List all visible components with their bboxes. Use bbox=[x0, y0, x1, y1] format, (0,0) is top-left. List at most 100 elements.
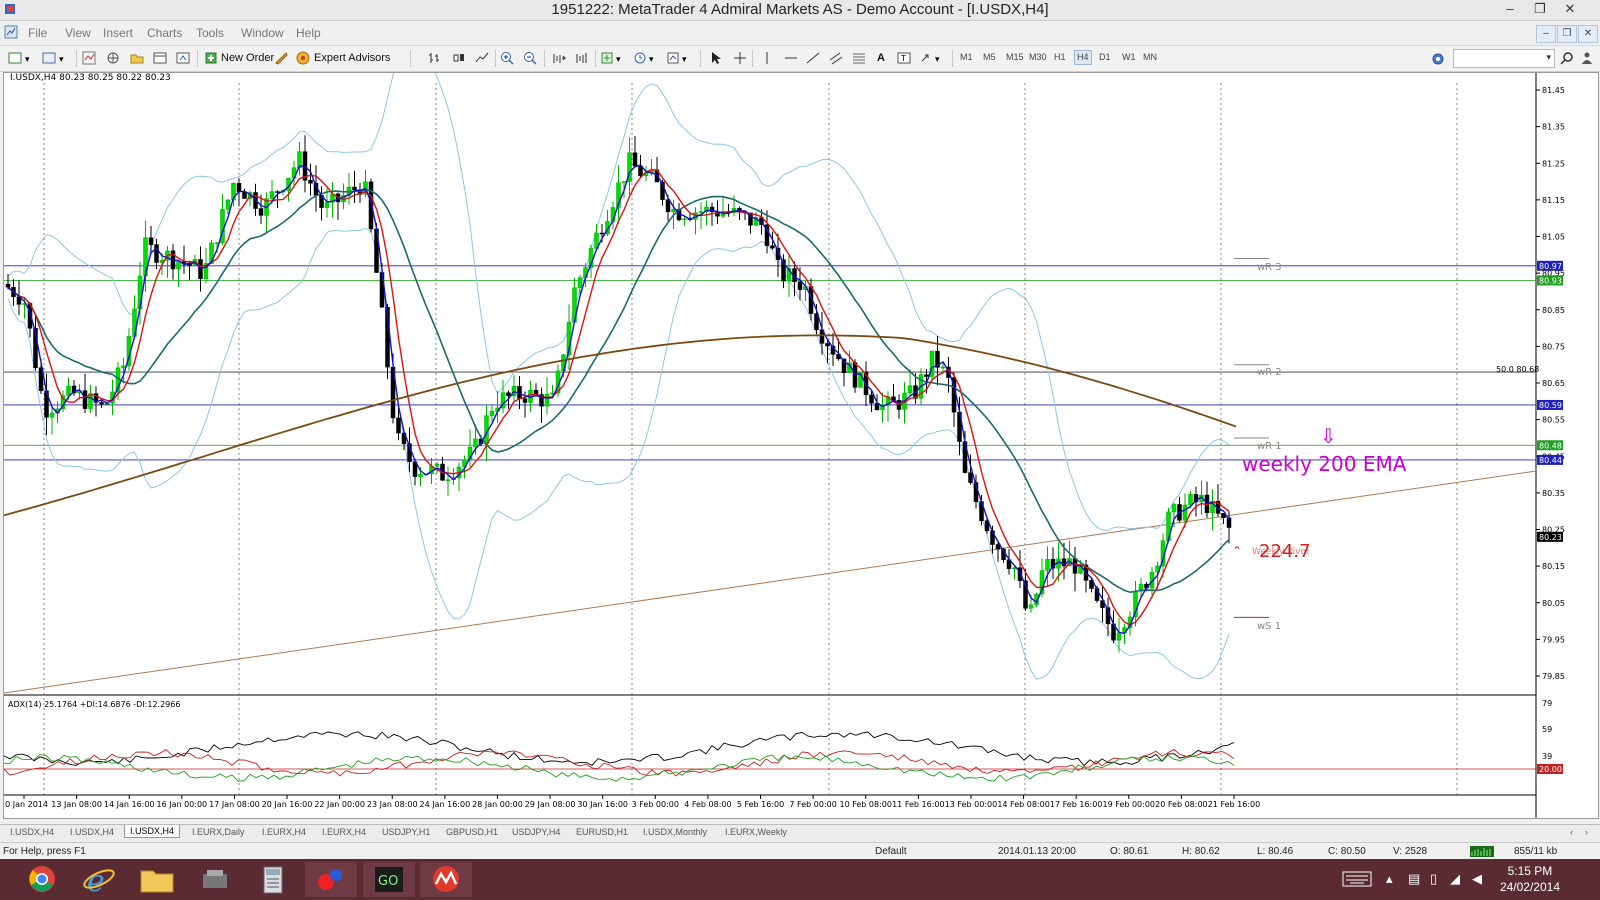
cursor-icon[interactable] bbox=[709, 51, 723, 65]
taskbar-clock[interactable]: 5:15 PM 24/02/2014 bbox=[1500, 863, 1560, 895]
menu-charts[interactable]: Charts bbox=[147, 26, 182, 40]
expert-advisors-button[interactable]: Expert Advisors bbox=[314, 52, 390, 64]
tray-expand-icon[interactable]: ▴ bbox=[1386, 871, 1393, 887]
arrows-icon[interactable]: ▾ bbox=[920, 51, 946, 65]
new-order-button[interactable]: New Order bbox=[221, 52, 274, 64]
tab-chart-9[interactable]: USDJPY,H4 bbox=[512, 827, 560, 837]
timeframe-m5[interactable]: M5 bbox=[983, 52, 996, 62]
fibonacci-icon[interactable] bbox=[852, 51, 866, 65]
mdi-restore-button[interactable]: ❐ bbox=[1557, 25, 1577, 43]
timeframe-d1[interactable]: D1 bbox=[1099, 52, 1111, 62]
candle-body bbox=[533, 389, 539, 395]
minimize-button[interactable]: – bbox=[1495, 0, 1525, 20]
timeframe-h4[interactable]: H4 bbox=[1074, 50, 1092, 65]
menu-file[interactable]: File bbox=[28, 26, 47, 40]
bar-chart-icon[interactable] bbox=[428, 51, 442, 65]
time-tick-label: 5 Feb 16:00 bbox=[737, 800, 784, 809]
new-chart-icon[interactable]: ▾ bbox=[8, 51, 36, 65]
tab-chart-4[interactable]: I.EURX,Daily bbox=[192, 827, 245, 837]
community-icon[interactable] bbox=[1580, 51, 1594, 65]
keyboard-icon[interactable] bbox=[1342, 871, 1372, 887]
tray-network-icon[interactable]: ◢ bbox=[1450, 871, 1460, 887]
colors-icon[interactable] bbox=[305, 862, 357, 897]
menu-view[interactable]: View bbox=[65, 26, 91, 40]
timeframe-h1[interactable]: H1 bbox=[1054, 52, 1066, 62]
tray-battery-icon[interactable]: ▯ bbox=[1430, 871, 1437, 887]
data-window-icon[interactable] bbox=[106, 51, 120, 65]
tab-chart-12[interactable]: I.EURX,Weekly bbox=[725, 827, 787, 837]
tab-chart-1[interactable]: I.USDX,H4 bbox=[10, 827, 54, 837]
close-button[interactable]: ✕ bbox=[1555, 0, 1585, 20]
mdi-minimize-button[interactable]: – bbox=[1536, 25, 1556, 43]
chart-window-icon[interactable] bbox=[4, 25, 18, 39]
adx-tick-label: 79 bbox=[1542, 699, 1552, 708]
status-traffic: 855/11 kb bbox=[1514, 846, 1558, 857]
zoom-out-icon[interactable] bbox=[523, 51, 537, 65]
menu-window[interactable]: Window bbox=[241, 26, 284, 40]
mdi-close-button[interactable]: ✕ bbox=[1578, 25, 1598, 43]
tray-volume-icon[interactable]: ◀ bbox=[1472, 871, 1482, 887]
timeframe-w1[interactable]: W1 bbox=[1122, 52, 1136, 62]
tab-chart-5[interactable]: I.EURX,H4 bbox=[262, 827, 306, 837]
tab-chart-2[interactable]: I.USDX,H4 bbox=[70, 827, 114, 837]
tab-chart-11[interactable]: I.USDX,Monthly bbox=[643, 827, 707, 837]
tab-chart-8[interactable]: GBPUSD,H1 bbox=[446, 827, 498, 837]
timeframe-m15[interactable]: M15 bbox=[1006, 52, 1024, 62]
terminal-icon[interactable] bbox=[153, 51, 167, 65]
periods-icon[interactable]: ▾ bbox=[634, 51, 660, 65]
indicators-icon[interactable]: ▾ bbox=[601, 51, 627, 65]
channel-icon[interactable] bbox=[829, 51, 843, 65]
go-icon[interactable]: GO bbox=[363, 862, 415, 897]
explorer-icon[interactable] bbox=[131, 862, 183, 897]
tab-scroll-left-icon[interactable]: ‹ bbox=[1570, 827, 1573, 837]
metaeditor-icon[interactable] bbox=[274, 51, 288, 65]
zoom-in-icon[interactable] bbox=[500, 51, 514, 65]
ie-icon[interactable]: e bbox=[73, 862, 125, 897]
metatrader-icon[interactable] bbox=[420, 862, 472, 897]
candlestick-icon[interactable] bbox=[452, 51, 466, 65]
chart-shift-icon[interactable] bbox=[575, 51, 589, 65]
svg-text:T: T bbox=[900, 54, 906, 63]
timeframe-m1[interactable]: M1 bbox=[960, 52, 973, 62]
vertical-line-icon[interactable] bbox=[760, 51, 774, 65]
settings-icon[interactable] bbox=[1430, 51, 1446, 65]
templates-icon[interactable]: ▾ bbox=[667, 51, 693, 65]
auto-scroll-icon[interactable] bbox=[552, 51, 566, 65]
svg-text:e: e bbox=[87, 864, 105, 897]
tray-action-center-icon[interactable]: ▤ bbox=[1408, 871, 1420, 887]
menu-tools[interactable]: Tools bbox=[196, 26, 224, 40]
trendline-icon[interactable] bbox=[806, 51, 820, 65]
market-watch-icon[interactable] bbox=[82, 51, 96, 65]
maximize-button[interactable]: ❐ bbox=[1525, 0, 1555, 20]
candle-body bbox=[506, 392, 511, 397]
tab-chart-3[interactable]: I.USDX,H4 bbox=[124, 825, 181, 838]
horizontal-line-icon[interactable] bbox=[784, 51, 798, 65]
calculator-icon[interactable] bbox=[247, 862, 299, 897]
tester-icon[interactable] bbox=[176, 51, 190, 65]
price-chart[interactable]: 81.4581.3581.2581.1581.0580.9580.8580.75… bbox=[4, 73, 1598, 818]
timeframe-mn[interactable]: MN bbox=[1143, 52, 1157, 62]
text-tool-icon[interactable]: A bbox=[877, 52, 885, 64]
text-label-icon[interactable]: T bbox=[897, 51, 911, 65]
menu-insert[interactable]: Insert bbox=[103, 26, 133, 40]
search-icon[interactable] bbox=[1560, 51, 1574, 65]
tab-chart-7[interactable]: USDJPY,H1 bbox=[382, 827, 430, 837]
profiles-icon[interactable]: ▾ bbox=[42, 51, 70, 65]
navigator-icon[interactable] bbox=[130, 51, 144, 65]
chrome-icon[interactable] bbox=[16, 862, 68, 897]
line-chart-icon[interactable] bbox=[475, 51, 489, 65]
tab-chart-10[interactable]: EURUSD,H1 bbox=[576, 827, 628, 837]
expert-advisors-icon[interactable] bbox=[296, 51, 310, 65]
tool-icon[interactable] bbox=[189, 862, 241, 897]
chart-window[interactable]: 81.45 81.35 81.25 81.15 81.05 80.95 80.85 80.75… bbox=[3, 72, 1599, 819]
tab-chart-6[interactable]: I.EURX,H4 bbox=[322, 827, 366, 837]
crosshair-icon[interactable] bbox=[733, 51, 747, 65]
candle-body bbox=[698, 211, 704, 214]
search-input[interactable]: ▾ bbox=[1453, 49, 1555, 68]
timeframe-m30[interactable]: M30 bbox=[1029, 52, 1047, 62]
new-order-icon[interactable] bbox=[204, 51, 218, 65]
tab-scroll-right-icon[interactable]: › bbox=[1585, 827, 1588, 837]
price-tick-label: 81.25 bbox=[1542, 159, 1565, 168]
menu-help[interactable]: Help bbox=[296, 26, 321, 40]
bollinger-upper-line bbox=[7, 73, 1230, 532]
